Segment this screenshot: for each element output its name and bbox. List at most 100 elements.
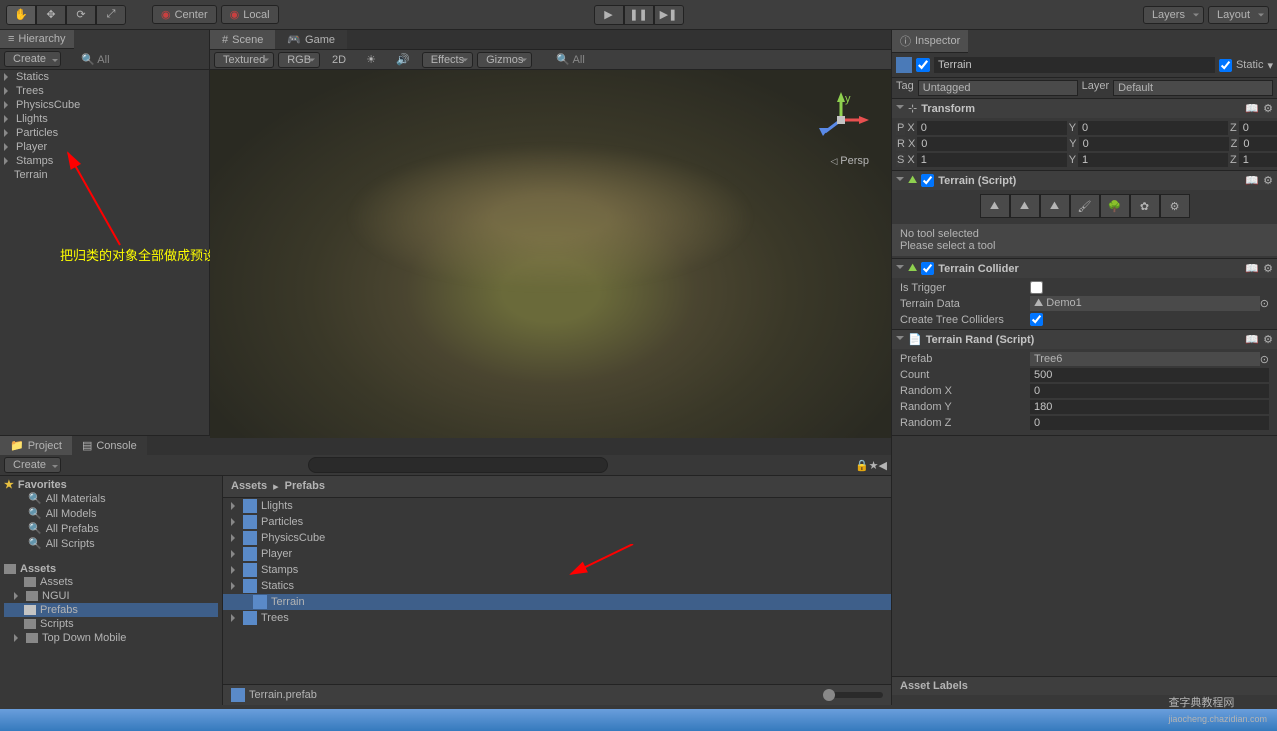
tag-dropdown[interactable]: Untagged xyxy=(918,80,1078,96)
hierarchy-item-lights[interactable]: Llights xyxy=(0,112,209,126)
scene-viewport[interactable]: y ◁ Persp xyxy=(210,70,891,438)
scale-tool[interactable]: ⤢ xyxy=(96,5,126,25)
pos-z-field[interactable] xyxy=(1239,121,1277,135)
shading-dropdown[interactable]: Textured xyxy=(214,52,274,68)
perspective-label[interactable]: ◁ Persp xyxy=(831,155,869,167)
prefab-particles[interactable]: Particles xyxy=(223,514,891,530)
breadcrumb-assets[interactable]: Assets xyxy=(231,480,267,493)
rot-z-field[interactable] xyxy=(1239,137,1277,151)
folder-prefabs[interactable]: Prefabs xyxy=(4,603,218,617)
count-field[interactable] xyxy=(1030,368,1269,382)
breadcrumb-prefabs[interactable]: Prefabs xyxy=(285,480,325,493)
gear-icon[interactable]: ⚙ xyxy=(1263,174,1273,187)
static-checkbox[interactable] xyxy=(1219,59,1232,72)
terrain-data-field[interactable]: ⛰ Demo1 xyxy=(1030,296,1260,311)
center-toggle[interactable]: ◉Center xyxy=(152,5,217,24)
project-create-button[interactable]: Create xyxy=(4,457,61,473)
fav-all-scripts[interactable]: 🔍All Scripts xyxy=(4,536,218,551)
hierarchy-tab[interactable]: ≡Hierarchy xyxy=(0,30,74,49)
move-tool[interactable]: ✥ xyxy=(36,5,66,25)
raise-terrain-tool[interactable]: ⛰ xyxy=(980,194,1010,218)
effects-dropdown[interactable]: Effects xyxy=(422,52,473,68)
active-checkbox[interactable] xyxy=(916,58,930,72)
play-button[interactable]: ▶ xyxy=(594,5,624,25)
thumbnail-size-slider[interactable] xyxy=(823,692,883,698)
scene-tab[interactable]: #Scene xyxy=(210,30,275,49)
step-button[interactable]: ▶❚ xyxy=(654,5,684,25)
hierarchy-item-particles[interactable]: Particles xyxy=(0,126,209,140)
pause-button[interactable]: ❚❚ xyxy=(624,5,654,25)
gameobject-icon[interactable] xyxy=(896,57,912,73)
folder-ngui[interactable]: NGUI xyxy=(4,589,218,603)
object-picker-icon[interactable]: ⊙ xyxy=(1260,297,1269,310)
console-tab[interactable]: ▤Console xyxy=(72,436,147,455)
randomz-field[interactable] xyxy=(1030,416,1269,430)
game-tab[interactable]: 🎮Game xyxy=(275,30,347,49)
lighting-toggle[interactable]: ☀ xyxy=(358,52,384,67)
prefab-lights[interactable]: Llights xyxy=(223,498,891,514)
create-tree-checkbox[interactable] xyxy=(1030,313,1043,326)
scale-y-field[interactable] xyxy=(1078,153,1228,167)
filter-icon[interactable]: 🔒 xyxy=(855,459,869,472)
gear-icon[interactable]: ⚙ xyxy=(1263,333,1273,346)
rot-x-field[interactable] xyxy=(917,137,1067,151)
terrain-enabled-checkbox[interactable] xyxy=(921,174,934,187)
windows-taskbar[interactable] xyxy=(0,709,1277,731)
favorites-header[interactable]: ★Favorites xyxy=(4,478,218,491)
audio-toggle[interactable]: 🔊 xyxy=(388,52,418,67)
randomy-field[interactable] xyxy=(1030,400,1269,414)
pos-x-field[interactable] xyxy=(917,121,1067,135)
prefab-terrain[interactable]: Terrain xyxy=(223,594,891,610)
paint-texture-tool[interactable]: 🖌 xyxy=(1070,194,1100,218)
assets-header[interactable]: Assets xyxy=(4,563,218,575)
folder-topdown[interactable]: Top Down Mobile xyxy=(4,631,218,645)
folder-assets[interactable]: Assets xyxy=(4,575,218,589)
prefab-physicscube[interactable]: PhysicsCube xyxy=(223,530,891,546)
favorite-toggle-icon[interactable]: ★ xyxy=(869,459,879,472)
rot-y-field[interactable] xyxy=(1079,137,1229,151)
scale-z-field[interactable] xyxy=(1239,153,1277,167)
gear-icon[interactable]: ⚙ xyxy=(1263,262,1273,275)
hierarchy-item-physicscube[interactable]: PhysicsCube xyxy=(0,98,209,112)
scene-search-icon[interactable]: 🔍 All xyxy=(556,53,584,66)
prefab-trees[interactable]: Trees xyxy=(223,610,891,626)
hierarchy-create-button[interactable]: Create xyxy=(4,51,61,67)
smooth-tool[interactable]: ⛰ xyxy=(1040,194,1070,218)
layout-dropdown[interactable]: Layout xyxy=(1208,6,1269,24)
help-icon[interactable]: 📖 xyxy=(1245,174,1259,187)
fav-all-models[interactable]: 🔍All Models xyxy=(4,506,218,521)
fav-all-prefabs[interactable]: 🔍All Prefabs xyxy=(4,521,218,536)
local-toggle[interactable]: ◉Local xyxy=(221,5,279,24)
rotate-tool[interactable]: ⟳ xyxy=(66,5,96,25)
fav-all-materials[interactable]: 🔍All Materials xyxy=(4,491,218,506)
scene-gizmo[interactable]: y xyxy=(811,90,871,150)
layer-dropdown[interactable]: Default xyxy=(1113,80,1273,96)
gear-icon[interactable]: ⚙ xyxy=(1263,102,1273,115)
object-picker-icon[interactable]: ⊙ xyxy=(1260,353,1269,366)
prefab-statics[interactable]: Statics xyxy=(223,578,891,594)
prefab-player[interactable]: Player xyxy=(223,546,891,562)
project-search-field[interactable] xyxy=(308,457,608,473)
gizmos-dropdown[interactable]: Gizmos xyxy=(477,52,532,68)
search-icon[interactable]: 🔍 All xyxy=(81,53,109,66)
prefab-stamps[interactable]: Stamps xyxy=(223,562,891,578)
scale-x-field[interactable] xyxy=(917,153,1067,167)
is-trigger-checkbox[interactable] xyxy=(1030,281,1043,294)
inspector-tab[interactable]: ⓘInspector xyxy=(892,30,968,53)
rendermode-dropdown[interactable]: RGB xyxy=(278,52,320,68)
project-tab[interactable]: 📁Project xyxy=(0,436,72,455)
layers-dropdown[interactable]: Layers xyxy=(1143,6,1204,24)
help-icon[interactable]: 📖 xyxy=(1245,102,1259,115)
place-trees-tool[interactable]: 🌳 xyxy=(1100,194,1130,218)
gameobject-name-field[interactable] xyxy=(934,57,1215,73)
hand-tool[interactable]: ✋ xyxy=(6,5,36,25)
help-icon[interactable]: 📖 xyxy=(1245,333,1259,346)
help-icon[interactable]: 📖 xyxy=(1245,262,1259,275)
paint-details-tool[interactable]: ✿ xyxy=(1130,194,1160,218)
collider-enabled-checkbox[interactable] xyxy=(921,262,934,275)
hierarchy-item-statics[interactable]: Statics xyxy=(0,70,209,84)
randomx-field[interactable] xyxy=(1030,384,1269,398)
collapse-icon[interactable]: ◀ xyxy=(879,459,887,472)
paint-height-tool[interactable]: ⛰ xyxy=(1010,194,1040,218)
folder-scripts[interactable]: Scripts xyxy=(4,617,218,631)
